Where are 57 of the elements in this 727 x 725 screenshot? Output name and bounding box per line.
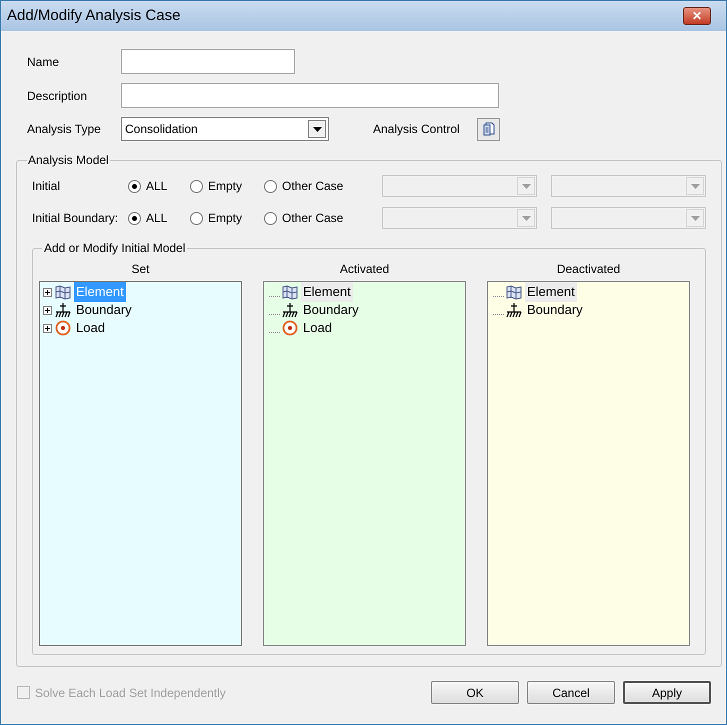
caret-icon (690, 184, 700, 188)
field-label: Name (27, 54, 60, 70)
row-label: Initial (32, 178, 62, 195)
target-icon (282, 320, 298, 336)
caret-icon (522, 216, 530, 220)
ground-support-icon (282, 302, 298, 318)
tree-item[interactable]: Load (74, 318, 107, 338)
column-heading: Deactivated (556, 261, 622, 278)
field-label: Analysis Control (373, 121, 461, 138)
text-field[interactable] (121, 49, 295, 74)
mesh-icon (506, 284, 522, 300)
dropdown-arrow-button[interactable] (308, 120, 326, 138)
document-button[interactable] (477, 118, 500, 140)
column-heading: Set (130, 261, 150, 278)
radio-button[interactable] (190, 180, 203, 192)
mesh-icon (55, 284, 71, 300)
expand-icon[interactable] (43, 324, 52, 332)
expand-icon[interactable] (43, 288, 52, 296)
tree-item[interactable]: Boundary (525, 300, 585, 320)
radio-label: ALL (146, 178, 168, 195)
ground-support-icon (506, 302, 522, 318)
dialog-button[interactable]: Apply (623, 681, 711, 704)
target-icon (55, 320, 71, 336)
tree-item[interactable]: Element (301, 282, 353, 302)
radio-button[interactable] (128, 212, 141, 224)
radio-label: Other Case (282, 178, 344, 195)
window-title: Add/Modify Analysis Case (7, 6, 180, 26)
text-field[interactable] (121, 83, 499, 108)
radio-button[interactable] (264, 180, 277, 192)
analysis-type-dropdown[interactable]: Consolidation (121, 117, 329, 141)
dialog-button[interactable]: OK (431, 681, 519, 704)
document-icon (482, 122, 494, 136)
ground-support-icon (55, 302, 71, 318)
tree-item[interactable]: Element (525, 282, 577, 302)
field-label: Description (27, 88, 88, 104)
radio-label: Other Case (282, 210, 344, 227)
radio-label: ALL (146, 210, 168, 227)
radio-label: Empty (208, 178, 242, 195)
tree-item[interactable]: Boundary (74, 300, 134, 320)
caret-icon (522, 184, 530, 188)
checkbox-label: Solve Each Load Set Independently (35, 684, 226, 702)
tree-item[interactable]: Load (301, 318, 334, 338)
dialog-button[interactable]: Cancel (527, 681, 615, 704)
group-title: Analysis Model (27, 152, 110, 169)
radio-label: Empty (208, 210, 242, 227)
group-title: Add or Modify Initial Model (43, 240, 186, 257)
radio-button[interactable] (264, 212, 277, 224)
row-label: Initial Boundary: (32, 210, 120, 227)
caret-icon (690, 216, 700, 220)
radio-button[interactable] (190, 212, 203, 224)
column-heading: Activated (338, 261, 390, 278)
expand-icon[interactable] (43, 306, 52, 314)
radio-button[interactable] (128, 180, 141, 192)
tree-item[interactable]: Boundary (301, 300, 361, 320)
mesh-icon (282, 284, 298, 300)
caret-icon (312, 126, 322, 132)
field-label: Analysis Type (27, 121, 102, 138)
